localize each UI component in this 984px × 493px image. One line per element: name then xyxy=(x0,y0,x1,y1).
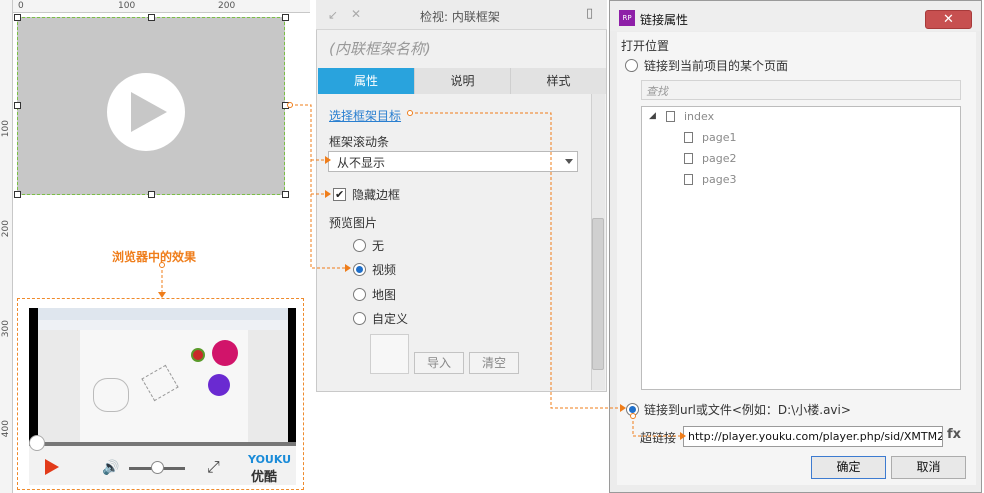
page-icon xyxy=(684,174,693,185)
ok-button[interactable]: 确定 xyxy=(811,456,886,479)
tree-item-index[interactable]: index xyxy=(684,110,714,123)
volume-handle[interactable] xyxy=(151,461,164,474)
ruler-left-tick: 200 xyxy=(1,220,11,238)
fullscreen-icon[interactable]: ⤢ xyxy=(207,457,220,477)
video-content xyxy=(38,308,288,445)
ruler-top: 0 100 200 xyxy=(0,0,310,13)
ruler-top-tick: 200 xyxy=(218,1,236,11)
preview-image-label: 预览图片 xyxy=(329,216,378,230)
import-button[interactable]: 导入 xyxy=(414,352,464,374)
resize-handle[interactable] xyxy=(14,14,21,21)
ruler-left-tick: 400 xyxy=(1,420,11,438)
page-icon xyxy=(684,132,693,143)
resize-handle[interactable] xyxy=(14,191,21,198)
preview-option-video: 视频 xyxy=(372,263,397,277)
page-icon[interactable]: ▯ xyxy=(586,6,593,21)
close-icon[interactable]: ✕ xyxy=(351,7,361,21)
hyperlink-label: 超链接 xyxy=(640,431,677,445)
resize-handle[interactable] xyxy=(282,102,289,109)
ruler-top-tick: 0 xyxy=(18,1,24,11)
hide-border-label: 隐藏边框 xyxy=(352,188,401,202)
preview-option-custom: 自定义 xyxy=(372,312,409,326)
resize-handle[interactable] xyxy=(148,191,155,198)
player-controls: 🔊 ⤢ YOUKU 优酷 xyxy=(29,435,296,485)
page-search-placeholder: 查找 xyxy=(646,85,668,98)
dialog-close-button[interactable]: ✕ xyxy=(925,10,972,29)
preview-option-map: 地图 xyxy=(372,288,397,302)
preview-option-none: 无 xyxy=(372,239,385,253)
frame-scrollbar-value: 从不显示 xyxy=(337,156,386,170)
browser-effect-label: 浏览器中的效果 xyxy=(112,250,197,264)
inspector-title: 检视: 内联框架 xyxy=(420,10,500,24)
page-icon xyxy=(666,111,675,122)
cancel-button[interactable]: 取消 xyxy=(891,456,966,479)
youku-logo-cn: 优酷 xyxy=(251,470,278,485)
page-icon xyxy=(684,153,693,164)
link-url-option: 链接到url或文件<例如：D:\小楼.avi> xyxy=(644,403,851,417)
ruler-top-tick: 100 xyxy=(118,1,136,11)
ruler-left-tick: 300 xyxy=(1,320,11,338)
tab-style[interactable]: 样式 xyxy=(510,68,606,94)
play-button-icon[interactable] xyxy=(45,459,59,475)
link-page-option: 链接到当前项目的某个页面 xyxy=(644,59,789,73)
expand-triangle-icon[interactable]: ◢ xyxy=(649,111,656,121)
ruler-left: 100 200 300 400 xyxy=(0,0,13,493)
youku-logo: YOUKU xyxy=(248,453,292,466)
play-triangle xyxy=(131,92,167,132)
preview-radio-custom[interactable] xyxy=(353,312,366,325)
resize-handle[interactable] xyxy=(282,14,289,21)
chevron-down-icon xyxy=(565,159,573,164)
preview-radio-none[interactable] xyxy=(353,239,366,252)
fx-button[interactable]: fx xyxy=(947,427,961,442)
page-search-input[interactable] xyxy=(641,80,961,100)
hyperlink-value: http://player.youku.com/player.php/sid/X… xyxy=(688,430,942,443)
checkmark-icon: ✔ xyxy=(335,188,345,201)
preview-radio-map[interactable] xyxy=(353,288,366,301)
clear-button[interactable]: 清空 xyxy=(469,352,519,374)
dialog-title: 链接属性 xyxy=(640,13,689,27)
resize-handle[interactable] xyxy=(14,102,21,109)
tree-item-page2[interactable]: page2 xyxy=(702,152,736,165)
radio-selected-dot xyxy=(629,406,636,413)
page-tree xyxy=(641,106,961,390)
tab-properties[interactable]: 属性 xyxy=(318,68,414,94)
resize-handle[interactable] xyxy=(148,14,155,21)
resize-handle[interactable] xyxy=(282,191,289,198)
link-page-radio[interactable] xyxy=(625,59,638,72)
preview-image-thumbnail xyxy=(370,334,409,374)
open-location-label: 打开位置 xyxy=(621,39,670,53)
radio-selected-dot xyxy=(356,266,363,273)
scrollbar-thumb[interactable] xyxy=(592,218,604,370)
ruler-left-tick: 100 xyxy=(1,120,11,138)
rp-app-icon: RP xyxy=(619,10,635,26)
seek-handle[interactable] xyxy=(29,435,45,451)
volume-icon[interactable]: 🔊 xyxy=(102,460,119,476)
tree-item-page1[interactable]: page1 xyxy=(702,131,736,144)
select-frame-target-link[interactable]: 选择框架目标 xyxy=(329,107,401,124)
tab-notes[interactable]: 说明 xyxy=(414,68,510,94)
frame-scrollbar-label: 框架滚动条 xyxy=(329,135,390,149)
inspector-tabs: 属性 说明 样式 xyxy=(318,68,606,94)
tree-item-page3[interactable]: page3 xyxy=(702,173,736,186)
collapse-icon[interactable]: ↙ xyxy=(328,8,338,22)
frame-name-input[interactable]: (内联框架名称) xyxy=(329,38,431,59)
